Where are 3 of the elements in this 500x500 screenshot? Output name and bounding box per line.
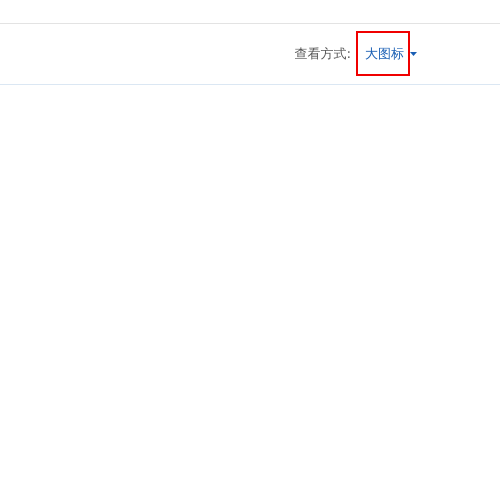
- caret-icon: [410, 52, 417, 56]
- view-mode-dropdown[interactable]: 大图标: [361, 45, 421, 63]
- view-mode-label: 查看方式:: [294, 46, 351, 63]
